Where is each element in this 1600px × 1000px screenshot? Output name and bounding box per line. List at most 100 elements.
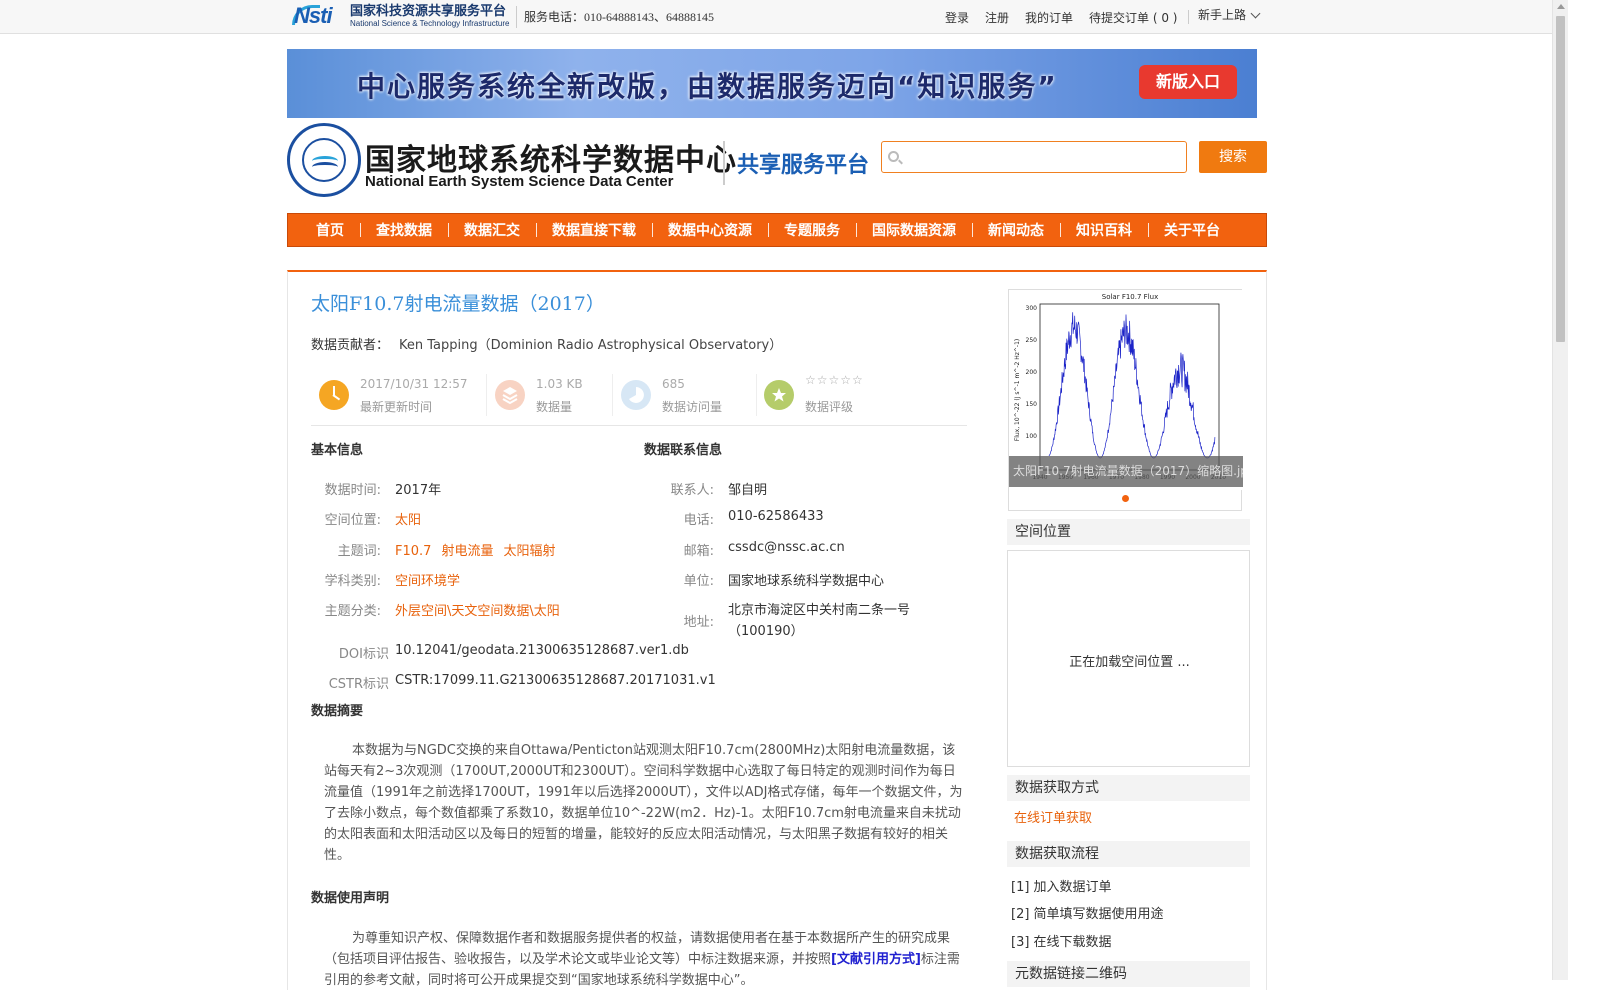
newbie-guide-dropdown[interactable]: 新手上路 bbox=[1198, 6, 1261, 23]
nav-encyclopedia[interactable]: 知识百科 bbox=[1060, 220, 1148, 240]
keyword-link[interactable]: F10.7 bbox=[395, 544, 431, 559]
access-method-heading: 数据获取方式 bbox=[1007, 775, 1250, 801]
citation-format-link[interactable]: [文献引用方式] bbox=[831, 952, 921, 967]
my-orders-link[interactable]: 我的订单 bbox=[1025, 9, 1073, 26]
site-brand[interactable]: 国家地球系统科学数据中心 National Earth System Scien… bbox=[287, 123, 877, 199]
nav-direct-download[interactable]: 数据直接下载 bbox=[536, 220, 652, 240]
logo-title-en: National Science & Technology Infrastruc… bbox=[350, 18, 510, 28]
dataset-title: 太阳F10.7射电流量数据（2017） bbox=[311, 293, 605, 315]
row-label: 空间位置: bbox=[324, 513, 381, 528]
doi-value[interactable]: 10.12041/geodata.21300635128687.ver1.db bbox=[395, 643, 689, 658]
nav-find-data[interactable]: 查找数据 bbox=[360, 220, 448, 240]
nsti-logo-mark: Nsti bbox=[292, 3, 333, 28]
logo-title-cn: 国家科技资源共享服务平台 bbox=[350, 3, 507, 19]
login-link[interactable]: 登录 bbox=[945, 9, 969, 26]
keyword-link[interactable]: 射电流量 bbox=[441, 544, 493, 559]
topic-category-link[interactable]: 外层空间\天文空间数据\太阳 bbox=[395, 600, 560, 619]
pie-icon bbox=[621, 380, 651, 410]
main-nav: 首页 查找数据 数据汇交 数据直接下载 数据中心资源 专题服务 国际数据资源 新… bbox=[287, 213, 1267, 247]
organization-value: 国家地球系统科学数据中心 bbox=[728, 574, 885, 589]
y-tick-label: 250 bbox=[1026, 337, 1038, 344]
qr-code-heading: 元数据链接二维码 bbox=[1007, 961, 1250, 987]
new-version-button[interactable]: 新版入口 bbox=[1139, 65, 1237, 99]
service-hotline: 服务电话：010-64888143、64888145 bbox=[524, 10, 715, 24]
contributor: 数据贡献者： Ken Tapping（Dominion Radio Astroph… bbox=[311, 334, 782, 353]
cstr-value[interactable]: CSTR:17099.11.G21300635128687.20171031.v… bbox=[395, 673, 716, 688]
usage-text: 为尊重知识产权、保障数据作者和数据服务提供者的权益，请数据使用者在基于本数据所产… bbox=[324, 931, 960, 988]
stat-visits: 685 数据访问量 bbox=[613, 372, 753, 418]
banner-headline: 中心服务系统全新改版，由数据服务迈向“知识服务” bbox=[357, 70, 1058, 103]
promo-banner[interactable]: 中心服务系统全新改版，由数据服务迈向“知识服务” 新版入口 bbox=[287, 49, 1257, 118]
stat-data-size: 1.03 KB 数据量 bbox=[487, 372, 607, 418]
contributor-value: Ken Tapping（Dominion Radio Astrophysical… bbox=[399, 338, 783, 353]
contact-info-heading: 数据联系信息 bbox=[644, 443, 723, 458]
row-label: 电话: bbox=[683, 513, 714, 528]
divider bbox=[516, 6, 517, 28]
layers-icon bbox=[495, 380, 525, 410]
rating-stars[interactable]: ☆☆☆☆☆ bbox=[805, 373, 864, 387]
chevron-down-icon bbox=[1250, 8, 1261, 18]
scrollbar-thumb[interactable] bbox=[1556, 16, 1565, 342]
nav-about[interactable]: 关于平台 bbox=[1148, 220, 1236, 240]
stat-update-time: 2017/10/31 12:57 最新更新时间 bbox=[311, 372, 481, 418]
platform-subtitle: 共享服务平台 bbox=[737, 153, 870, 178]
nsti-logo[interactable]: Nsti 国家科技资源共享服务平台 National Science & Tec… bbox=[292, 2, 514, 30]
keywords: F10.7 射电流量 太阳辐射 bbox=[395, 540, 565, 559]
usage-heading: 数据使用声明 bbox=[311, 891, 390, 906]
carousel-dot[interactable] bbox=[1122, 495, 1129, 502]
search-field[interactable] bbox=[881, 141, 1187, 173]
row-label: 学科类别: bbox=[324, 574, 381, 589]
pending-orders-link[interactable]: 待提交订单 ( 0 ) bbox=[1089, 9, 1177, 26]
y-tick-label: 200 bbox=[1026, 369, 1038, 376]
row-label: 主题词: bbox=[337, 544, 381, 559]
spatial-map[interactable]: 正在加载空间位置 ... bbox=[1007, 550, 1250, 767]
spatial-location-heading: 空间位置 bbox=[1007, 519, 1250, 545]
page-scrollbar[interactable] bbox=[1552, 0, 1568, 980]
thumbnail-carousel[interactable]: Solar F10.7 Flux Flux, 10^-22 (J s^-1 m^… bbox=[1008, 289, 1243, 511]
search-icon bbox=[888, 151, 899, 162]
svg-text:Flux, 10^-22 (J s^-1 m^-2 Hz^-: Flux, 10^-22 (J s^-1 m^-2 Hz^-1) bbox=[1014, 339, 1021, 442]
keyword-link[interactable]: 太阳辐射 bbox=[503, 544, 555, 559]
stat-rating: ☆☆☆☆☆ 数据评级 bbox=[756, 372, 956, 418]
row-label: 主题分类: bbox=[324, 604, 381, 619]
nav-topic-services[interactable]: 专题服务 bbox=[768, 220, 856, 240]
dataset-stats: 2017/10/31 12:57 最新更新时间 1.03 KB 数据量 685 … bbox=[311, 372, 967, 426]
nav-international-resources[interactable]: 国际数据资源 bbox=[856, 220, 972, 240]
search-input[interactable] bbox=[906, 146, 1182, 168]
svg-text:Solar F10.7 Flux: Solar F10.7 Flux bbox=[1102, 293, 1158, 301]
contributor-label: 数据贡献者： bbox=[311, 338, 390, 353]
earth-center-seal-logo bbox=[287, 123, 361, 197]
top-bar: Nsti 国家科技资源共享服务平台 National Science & Tec… bbox=[0, 0, 1552, 34]
y-tick-label: 150 bbox=[1026, 401, 1038, 408]
row-label: 联系人: bbox=[670, 483, 714, 498]
spatial-location-link[interactable]: 太阳 bbox=[395, 509, 421, 528]
y-tick-label: 100 bbox=[1026, 433, 1038, 440]
map-loading-text: 正在加载空间位置 ... bbox=[1069, 655, 1190, 670]
step-item: [3] 在线下载数据 bbox=[1011, 935, 1112, 950]
nav-home[interactable]: 首页 bbox=[300, 220, 360, 240]
nav-data-submission[interactable]: 数据汇交 bbox=[448, 220, 536, 240]
nav-news[interactable]: 新闻动态 bbox=[972, 220, 1060, 240]
search-button[interactable]: 搜索 bbox=[1199, 141, 1267, 173]
abstract-heading: 数据摘要 bbox=[311, 704, 364, 719]
row-label: 邮箱: bbox=[683, 544, 714, 559]
brand-name-en: National Earth System Science Data Cente… bbox=[365, 173, 674, 190]
data-time-value: 2017年 bbox=[395, 483, 442, 498]
scroll-up-arrow-icon[interactable] bbox=[1557, 4, 1565, 9]
basic-info-heading: 基本信息 bbox=[311, 443, 364, 458]
nav-center-resources[interactable]: 数据中心资源 bbox=[652, 220, 768, 240]
divider bbox=[723, 141, 725, 185]
account-links: 登录 注册 我的订单 待提交订单 ( 0 ) bbox=[945, 9, 1199, 26]
y-tick-label: 300 bbox=[1026, 305, 1038, 312]
thumbnail-caption: 太阳F10.7射电流量数据（2017）缩略图.jpg bbox=[1009, 456, 1243, 487]
email-value[interactable]: cssdc@nssc.ac.cn bbox=[728, 540, 845, 555]
online-order-link[interactable]: 在线订单获取 bbox=[1014, 807, 1092, 826]
discipline-link[interactable]: 空间环境学 bbox=[395, 570, 460, 589]
access-process-heading: 数据获取流程 bbox=[1007, 841, 1250, 867]
step-item: [2] 简单填写数据使用用途 bbox=[1011, 907, 1164, 922]
star-icon bbox=[764, 380, 794, 410]
register-link[interactable]: 注册 bbox=[985, 9, 1009, 26]
contact-person-value: 邹自明 bbox=[728, 483, 768, 498]
row-label: 数据时间: bbox=[324, 483, 381, 498]
divider bbox=[1187, 10, 1189, 24]
